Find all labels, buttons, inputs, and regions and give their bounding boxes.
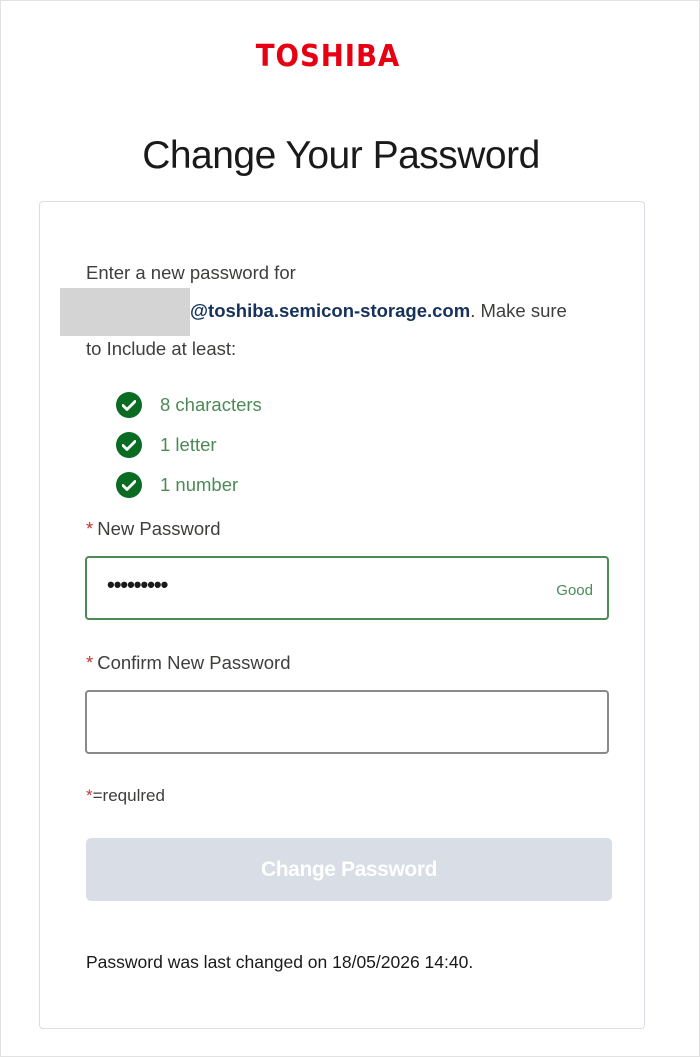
email-domain: @toshiba.semicon-storage.com xyxy=(190,300,471,321)
check-circle-icon xyxy=(116,432,142,458)
change-password-button[interactable]: Change Password xyxy=(86,838,612,901)
requirement-item: 1 number xyxy=(116,465,262,505)
intro-email-row: @toshiba.semicon-storage.com. Make sure xyxy=(60,288,616,337)
confirm-password-input[interactable] xyxy=(85,690,609,754)
intro-after-email: . Make sure xyxy=(470,300,567,321)
new-password-value: ••••••••• xyxy=(107,572,168,597)
last-changed-text: Password was last changed on 18/05/2026 … xyxy=(86,952,474,972)
required-mark: * xyxy=(86,786,93,805)
redacted-username xyxy=(60,288,190,337)
required-note-text: =requlred xyxy=(92,786,165,805)
new-password-label: * New Password xyxy=(86,518,221,540)
required-note: *=requlred xyxy=(86,786,165,806)
confirm-password-label: * Confirm New Password xyxy=(86,652,290,674)
intro-text: Enter a new password for @toshiba.semico… xyxy=(60,254,616,368)
required-mark: * xyxy=(86,652,94,673)
password-requirements: 8 characters 1 letter 1 number xyxy=(116,385,262,505)
requirement-label: 1 number xyxy=(160,474,239,495)
intro-line-3: to Include at least: xyxy=(86,338,237,360)
change-password-card: Enter a new password for @toshiba.semico… xyxy=(39,201,645,1029)
check-circle-icon xyxy=(116,392,142,418)
new-password-input[interactable]: ••••••••• Good xyxy=(85,556,609,620)
check-circle-icon xyxy=(116,472,142,498)
password-strength-indicator: Good xyxy=(556,582,593,599)
new-password-label-text: New Password xyxy=(97,518,221,539)
toshiba-logo: TOSHIBA xyxy=(255,39,401,74)
requirement-label: 1 letter xyxy=(160,434,217,455)
page: TOSHIBA Change Your Password Enter a new… xyxy=(0,0,700,1057)
required-mark: * xyxy=(86,518,94,539)
requirement-item: 8 characters xyxy=(116,385,262,425)
requirement-item: 1 letter xyxy=(116,425,262,465)
page-title: Change Your Password xyxy=(142,134,540,177)
confirm-password-label-text: Confirm New Password xyxy=(97,652,291,673)
intro-line-1: Enter a new password for xyxy=(86,262,296,283)
requirement-label: 8 characters xyxy=(160,394,262,415)
